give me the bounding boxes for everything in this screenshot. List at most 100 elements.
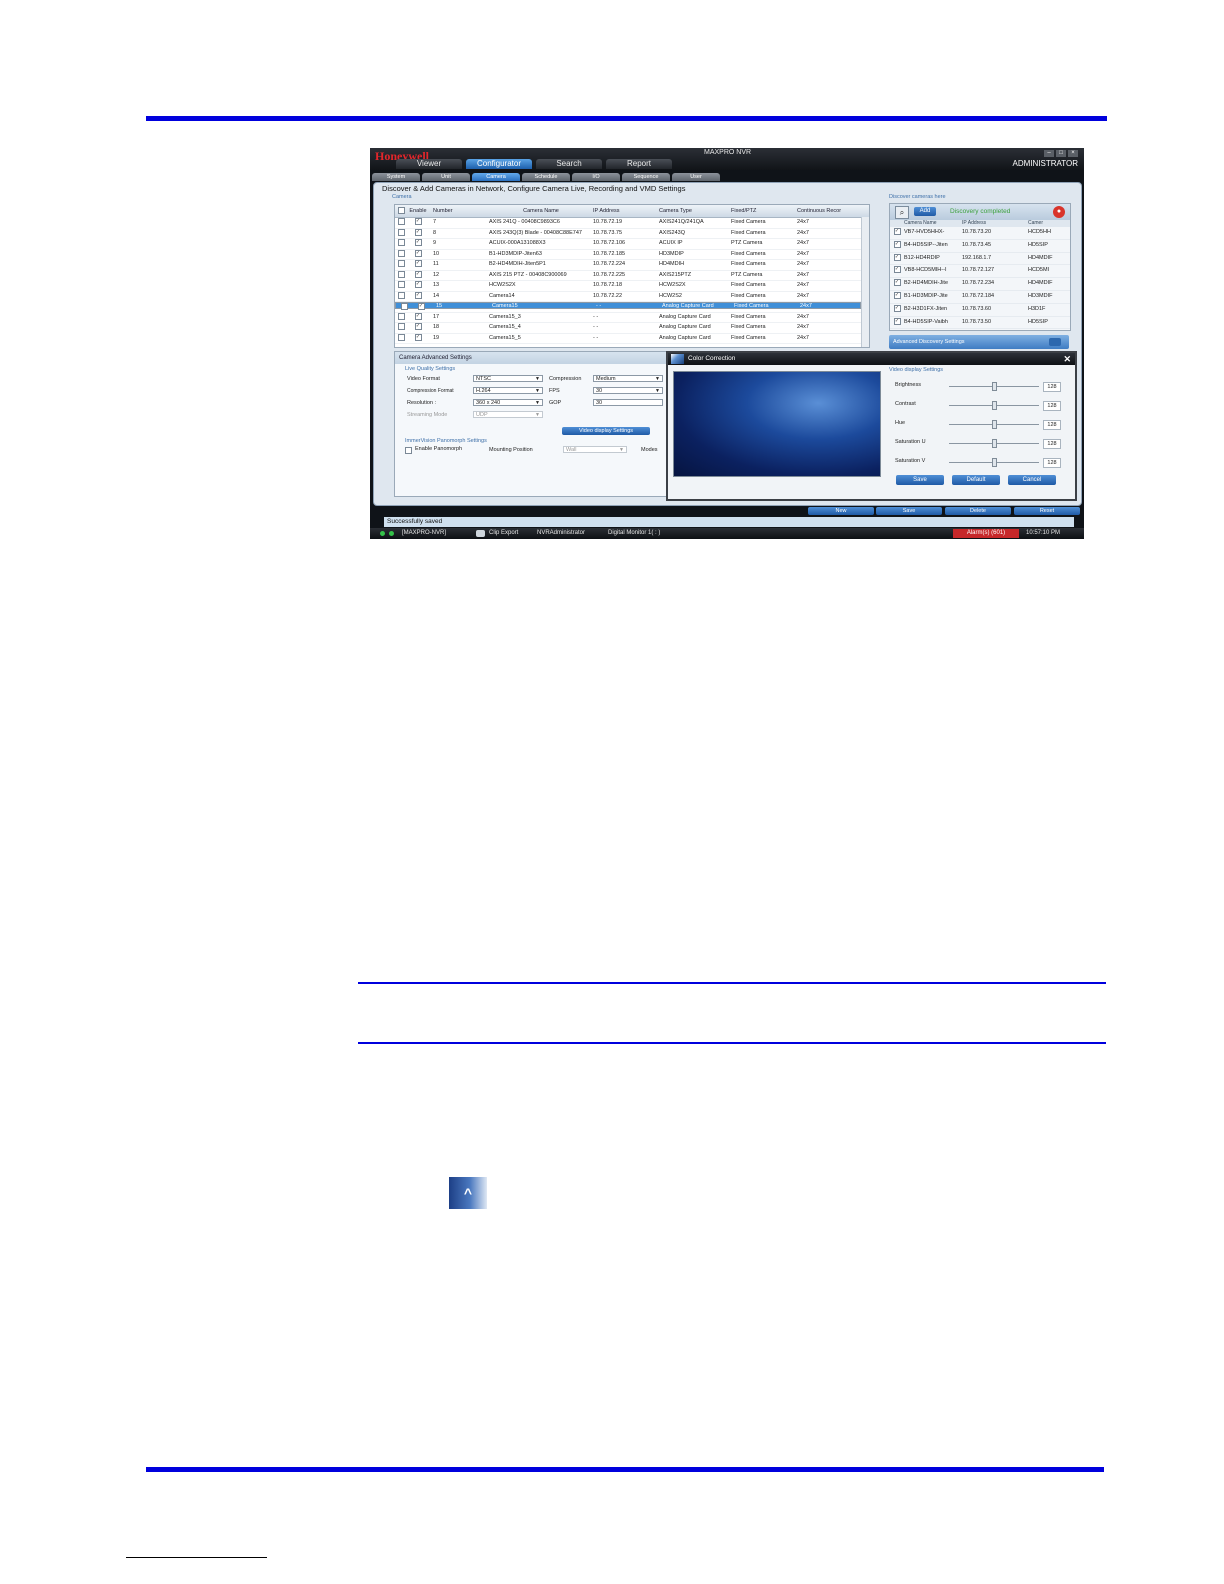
disc-col-camera-name[interactable]: Camera Name (904, 220, 962, 227)
subtab-schedule[interactable]: Schedule (522, 173, 570, 181)
slider-value[interactable]: 128 (1043, 439, 1061, 449)
fps-select[interactable]: 30 ▼ (593, 387, 663, 394)
disc-col-camera-type[interactable]: Camer (1028, 220, 1068, 227)
close-icon[interactable]: × (1068, 150, 1078, 157)
search-icon[interactable]: ⌕ (895, 206, 909, 219)
table-row[interactable]: ✓ 10 B1-HD3MDIP-Jiten63 10.78.72.185 HD3MDIP… (395, 249, 869, 260)
select-all-checkbox[interactable] (395, 205, 407, 217)
table-row[interactable]: ✓ 18 Camera15_4 - - Analog Capture Card Fixed… (395, 323, 869, 334)
table-row[interactable]: ✓ 8 AXIS 243Q(3) Blade - 00408C88E747 10.78… (395, 228, 869, 239)
close-icon[interactable]: ✕ (1063, 353, 1071, 365)
camera-table-scrollbar[interactable] (861, 217, 869, 347)
tab-report[interactable]: Report (606, 159, 672, 169)
list-item[interactable]: ✓ B4-HD5SIP-Vaibh 10.78.73.50 HD5SIP (890, 317, 1070, 330)
alarm-badge[interactable]: Alarm(s) (601) (953, 529, 1019, 538)
col-ip-address[interactable]: IP Address (593, 205, 659, 217)
add-camera-button[interactable]: Add (914, 207, 936, 216)
table-row[interactable]: ✓ 7 AXIS 241Q - 00408C9893C6 10.78.72.19 AXI… (395, 218, 869, 229)
enable-checkbox[interactable]: ✓ (407, 228, 429, 239)
compression-select[interactable]: Medium ▼ (593, 375, 663, 382)
gop-input[interactable]: 30 (593, 399, 663, 406)
row-select-checkbox[interactable] (395, 312, 407, 323)
enable-checkbox[interactable]: ✓ (410, 303, 432, 310)
row-select-checkbox[interactable] (395, 228, 407, 239)
slider-value[interactable]: 128 (1043, 420, 1061, 430)
discovery-checkbox[interactable]: ✓ (890, 240, 904, 252)
maximize-icon[interactable]: □ (1056, 150, 1066, 157)
slider-thumb[interactable] (992, 382, 997, 391)
subtab-user[interactable]: User (672, 173, 720, 181)
delete-button[interactable]: Delete (945, 507, 1011, 515)
tab-configurator[interactable]: Configurator (466, 159, 532, 169)
enable-checkbox[interactable]: ✓ (407, 270, 429, 281)
discovery-checkbox[interactable]: ✓ (890, 317, 904, 329)
list-item[interactable]: ✓ B4-HD5SIP--Jiten 10.78.73.45 HD5SIP (890, 240, 1070, 253)
discovery-checkbox[interactable]: ✓ (890, 278, 904, 290)
list-item[interactable]: ✓ B2-HD4MDIH-Jite 10.78.72.234 HD4MDIF (890, 278, 1070, 291)
table-row[interactable]: ✓ 14 Camera14 10.78.72.22 HCW2S2 Fixed Camera… (395, 291, 869, 302)
clip-export-icon[interactable] (476, 530, 485, 537)
row-select-checkbox[interactable] (395, 239, 407, 249)
chevron-down-icon[interactable] (1049, 338, 1061, 346)
minimize-icon[interactable]: – (1044, 150, 1054, 157)
compression-format-select[interactable]: H.264 ▼ (473, 387, 543, 394)
row-select-checkbox[interactable] (395, 260, 407, 270)
subtab-system[interactable]: System (372, 173, 420, 181)
row-select-checkbox[interactable] (395, 333, 407, 344)
slider-thumb[interactable] (992, 439, 997, 448)
subtab-camera[interactable]: Camera (472, 173, 520, 181)
table-row[interactable]: ✓ 13 HCW2S2X 10.78.72.18 HCW2S2X Fixed Camera… (395, 281, 869, 292)
tab-search[interactable]: Search (536, 159, 602, 169)
table-row[interactable]: ✓ 17 Camera15_3 - - Analog Capture Card Fixed… (395, 312, 869, 323)
enable-panomorph-checkbox[interactable] (405, 447, 412, 454)
new-button[interactable]: New (808, 507, 874, 515)
video-display-settings-button[interactable]: Video display Settings (562, 427, 650, 435)
discovery-checkbox[interactable]: ✓ (890, 227, 904, 239)
row-select-checkbox[interactable] (395, 281, 407, 291)
slider-thumb[interactable] (992, 458, 997, 467)
enable-checkbox[interactable]: ✓ (407, 218, 429, 228)
stop-icon[interactable]: ● (1053, 206, 1065, 218)
digital-monitor[interactable]: Digital Monitor 1( : ) (608, 528, 660, 539)
table-row[interactable]: ✓ 15 Camera15 - - Analog Capture Card Fixed C… (395, 302, 861, 310)
video-format-select[interactable]: NTSC ▼ (473, 375, 543, 382)
list-item[interactable]: ✓ B2-H3D1FX-Jiten 10.78.73.60 H3D1F (890, 304, 1070, 317)
row-select-checkbox[interactable] (398, 303, 410, 310)
reset-button[interactable]: Reset (1014, 507, 1080, 515)
disc-col-ip-address[interactable]: IP Address (962, 220, 1028, 227)
row-select-checkbox[interactable] (395, 218, 407, 228)
row-select-checkbox[interactable] (395, 249, 407, 260)
table-row[interactable]: ✓ 9 ACUIX-000A131088X3 10.78.72.106 ACUIX IP… (395, 239, 869, 250)
list-item[interactable]: ✓ B12-HD4RDIP 192.168.1.7 HD4MDIF (890, 253, 1070, 266)
tab-viewer[interactable]: Viewer (396, 159, 462, 169)
col-continuous-recording[interactable]: Continuous Recor (797, 205, 857, 217)
slider-value[interactable]: 128 (1043, 401, 1061, 411)
row-select-checkbox[interactable] (395, 291, 407, 302)
enable-checkbox[interactable]: ✓ (407, 260, 429, 270)
cancel-button[interactable]: Cancel (1008, 475, 1056, 485)
streaming-mode-select[interactable]: UDP ▼ (473, 411, 543, 418)
enable-checkbox[interactable]: ✓ (407, 323, 429, 333)
resolution-select[interactable]: 360 x 240 ▼ (473, 399, 543, 406)
advanced-discovery-settings[interactable]: Advanced Discovery Settings (889, 335, 1069, 349)
subtab-io[interactable]: I/O (572, 173, 620, 181)
row-select-checkbox[interactable] (395, 270, 407, 281)
discovery-checkbox[interactable]: ✓ (890, 304, 904, 316)
table-row[interactable]: ✓ 19 Camera15_5 - - Analog Capture Card Fixed… (395, 333, 869, 344)
table-row[interactable]: ✓ 11 B2-HD4MDIH-Jiten5P1 10.78.72.224 HD4MDI… (395, 260, 869, 271)
slider-thumb[interactable] (992, 420, 997, 429)
enable-checkbox[interactable]: ✓ (407, 291, 429, 302)
slider-value[interactable]: 128 (1043, 458, 1061, 468)
subtab-sequence[interactable]: Sequence (622, 173, 670, 181)
subtab-unit[interactable]: Unit (422, 173, 470, 181)
discovery-checkbox[interactable]: ✓ (890, 265, 904, 277)
table-row[interactable]: ✓ 12 AXIS 215 PTZ - 00408C900069 10.78.72.2… (395, 270, 869, 281)
enable-checkbox[interactable]: ✓ (407, 281, 429, 291)
col-camera-name[interactable]: Camera Name (489, 205, 593, 217)
save-button[interactable]: Save (896, 475, 944, 485)
discovery-checkbox[interactable]: ✓ (890, 253, 904, 265)
col-number[interactable]: Number (429, 205, 489, 217)
col-camera-type[interactable]: Camera Type (659, 205, 731, 217)
user-label[interactable]: ADMINISTRATOR (1013, 159, 1078, 168)
list-item[interactable]: ✓ B1-HD3MDIP-Jite 10.78.72.184 HD3MDIF (890, 291, 1070, 304)
